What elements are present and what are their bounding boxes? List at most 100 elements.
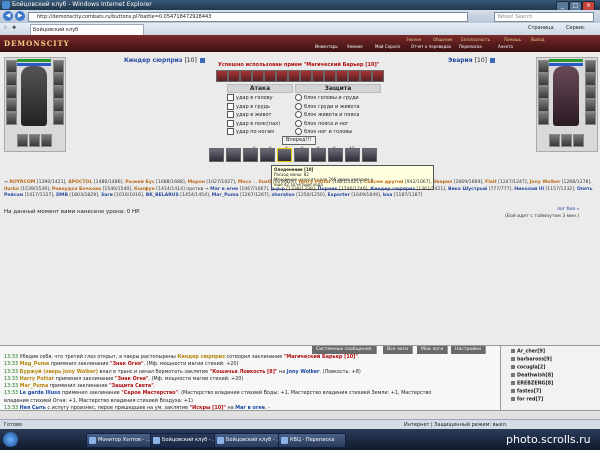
info-icon[interactable] — [490, 58, 496, 63]
search-input[interactable]: Yahoo! Search — [494, 12, 594, 22]
menu-profile[interactable]: Анкета — [498, 44, 513, 49]
start-button[interactable] — [3, 432, 18, 447]
gloves-slot[interactable] — [585, 73, 596, 86]
menu-exit[interactable]: Выход — [531, 37, 544, 42]
fighter-name[interactable]: Вика Шустрый — [448, 187, 487, 192]
cast-slot[interactable] — [336, 70, 348, 82]
fighter-name[interactable]: APOCTOL — [68, 180, 92, 185]
back-icon[interactable]: ◀ — [3, 11, 13, 21]
helmet-slot[interactable] — [538, 60, 549, 73]
fighter-name[interactable]: Конфун — [134, 187, 155, 192]
ring-slot-1[interactable] — [549, 134, 560, 147]
ring-slot-2[interactable] — [29, 134, 40, 147]
left-player-name[interactable]: Киндер сюрприз [10] — [124, 57, 205, 64]
forward-button[interactable]: Вперед!!! — [282, 136, 316, 145]
checkbox[interactable] — [227, 111, 234, 118]
cast-slot[interactable] — [228, 70, 240, 82]
fighter-name[interactable]: р-р-р — [271, 187, 285, 192]
fighter-name[interactable]: Совсем другой — [364, 180, 403, 185]
checkbox[interactable] — [227, 119, 234, 127]
attack-option[interactable]: удар в пояс(пах) — [227, 119, 293, 129]
defense-option[interactable]: блок пояса и ног — [295, 119, 381, 129]
user-item[interactable]: barbaross[9] — [511, 357, 552, 363]
fighter-name[interactable]: Jony Wolker — [530, 180, 561, 185]
radio[interactable] — [295, 102, 302, 110]
fighter-name[interactable]: Маг_Puma — [212, 193, 239, 198]
user-item[interactable]: Ar_cher[9] — [511, 349, 545, 355]
fighter-name[interactable]: Мосх — [238, 180, 251, 185]
spell-button[interactable] — [243, 148, 258, 162]
fighter-name[interactable]: Ровнудка Бочкова — [52, 187, 101, 192]
menu-help[interactable]: Помощь — [504, 37, 521, 42]
user-item[interactable]: fastes[7] — [511, 389, 541, 395]
tab-settings[interactable]: Настройки — [451, 346, 486, 354]
menu-scroll[interactable]: Мой Скролл — [375, 44, 400, 49]
fighter-name[interactable]: Ilurka — [4, 187, 19, 192]
tab-fightclub[interactable]: Бойцовский клуб — [30, 24, 144, 35]
checkbox[interactable] — [227, 102, 234, 110]
earring-slot[interactable] — [53, 60, 64, 73]
radio[interactable] — [295, 119, 302, 127]
spell-button[interactable] — [209, 148, 224, 162]
task-button-active[interactable]: Бойцовский клуб - ... — [150, 433, 223, 448]
menu-inventory[interactable]: Инвентарь — [315, 44, 338, 49]
right-player-name[interactable]: Эвария [10] — [448, 57, 496, 64]
fighter-name[interactable]: Flalt — [485, 180, 497, 185]
spell-button[interactable] — [294, 148, 309, 162]
legs-slot[interactable] — [53, 99, 64, 112]
weapon-slot[interactable] — [538, 86, 549, 99]
boots-slot[interactable] — [53, 112, 64, 125]
user-item[interactable]: Deathwish[8] — [511, 373, 553, 379]
radio[interactable] — [295, 111, 302, 118]
radio[interactable] — [295, 94, 302, 101]
chat-segment[interactable]: Киндер сюрприз — [177, 354, 225, 360]
fighter-name[interactable]: Маг в огне — [210, 187, 238, 192]
fighter-name[interactable]: Рыжий Бус — [125, 180, 154, 185]
page-menu[interactable]: Страница — [528, 25, 554, 31]
url-input[interactable]: http://demonscity.combats.ru/buttons.pl?… — [28, 12, 468, 22]
cast-slot[interactable] — [240, 70, 252, 82]
shield-slot[interactable] — [585, 86, 596, 99]
user-item[interactable]: EREBZENG[8] — [511, 381, 553, 387]
ring-slot-3[interactable] — [41, 134, 52, 147]
menu-messages[interactable]: Переписка — [459, 44, 482, 49]
fighter-name[interactable]: Морон — [188, 180, 205, 185]
checkbox[interactable] — [227, 94, 234, 101]
spell-button[interactable] — [226, 148, 241, 162]
info-icon[interactable] — [199, 58, 205, 63]
spell-button[interactable] — [345, 148, 360, 162]
forward-icon[interactable]: ▶ — [15, 11, 25, 21]
menu-social[interactable]: Общение — [433, 37, 453, 42]
cast-slot[interactable] — [360, 70, 372, 82]
tab-all-logs[interactable]: Все логи — [383, 346, 414, 354]
cast-slot[interactable] — [276, 70, 288, 82]
chat-segment[interactable]: Le garde Illuso — [20, 390, 61, 396]
task-button[interactable]: Монитор Хэлтов - ... — [86, 433, 159, 448]
chat-segment[interactable]: Маг_Puma — [20, 383, 49, 389]
legs-slot[interactable] — [585, 99, 596, 112]
necklace-slot[interactable] — [6, 73, 17, 86]
user-item[interactable]: for red[7] — [511, 397, 543, 403]
fighter-name[interactable]: llusO — [259, 180, 272, 185]
task-button[interactable]: КВЦ - Переписка — [278, 433, 346, 448]
battle-log-link[interactable]: лог боя » — [557, 207, 579, 212]
attack-option[interactable]: удар в живот — [227, 111, 293, 120]
frost-spell-button[interactable] — [277, 148, 292, 162]
helmet-slot[interactable] — [6, 60, 17, 73]
attack-option[interactable]: удар в голову — [227, 94, 293, 103]
fighter-name[interactable]: Николай III — [514, 187, 544, 192]
cast-slot[interactable] — [252, 70, 264, 82]
tab-my-logs[interactable]: Мои логи — [417, 346, 449, 354]
spell-button[interactable] — [311, 148, 326, 162]
armor-slot[interactable] — [538, 99, 549, 112]
fighter-name[interactable]: ROYRCOM — [9, 180, 35, 185]
menu-skills[interactable]: Умения — [347, 44, 363, 49]
spell-button[interactable] — [362, 148, 377, 162]
belt-slot[interactable] — [538, 112, 549, 125]
spell-button[interactable] — [328, 148, 343, 162]
add-favorite-icon[interactable]: ✚ — [12, 25, 16, 31]
chat-segment[interactable]: Harry Pottar — [20, 376, 54, 382]
spell-button[interactable] — [260, 148, 275, 162]
fighter-name[interactable]: BK_BELARUS — [146, 193, 179, 198]
fighter-name[interactable]: Киндер сюрприз — [370, 187, 415, 192]
